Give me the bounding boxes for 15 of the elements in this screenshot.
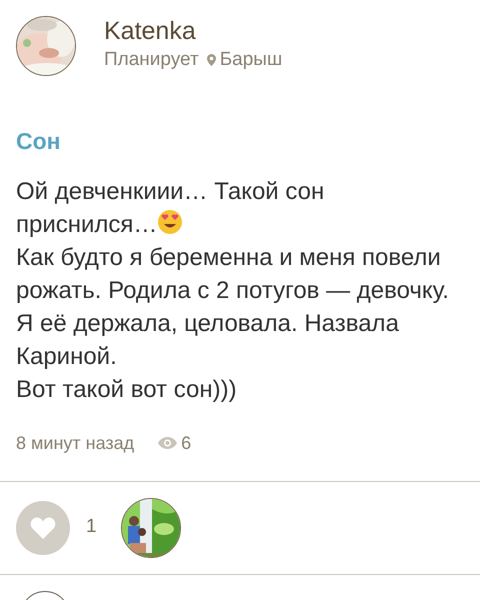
location-pin-icon [206,54,216,66]
post-paragraph: Как будто я беременна и меня повели рожать. Родила с 2 потугов — девочку. Я её держала, целовала. Назвала Кариной. [16,242,450,372]
heart-icon [30,516,56,540]
post-paragraph: Ой девченкиии… Такой сон приснился… [16,176,326,240]
heart-eyes-emoji-icon [157,208,184,234]
view-count: 6 [181,432,192,454]
author-location: Барыш [220,48,282,72]
author-name[interactable]: Katenka [104,18,282,46]
like-button[interactable] [16,500,70,554]
like-count: 1 [86,515,97,540]
eye-icon [158,437,178,449]
post-paragraph: Вот такой вот сон))) [16,374,238,404]
author-status: Планирует [104,48,199,72]
post-time: 8 минут назад [16,432,134,455]
post-title: Сон [16,127,62,156]
